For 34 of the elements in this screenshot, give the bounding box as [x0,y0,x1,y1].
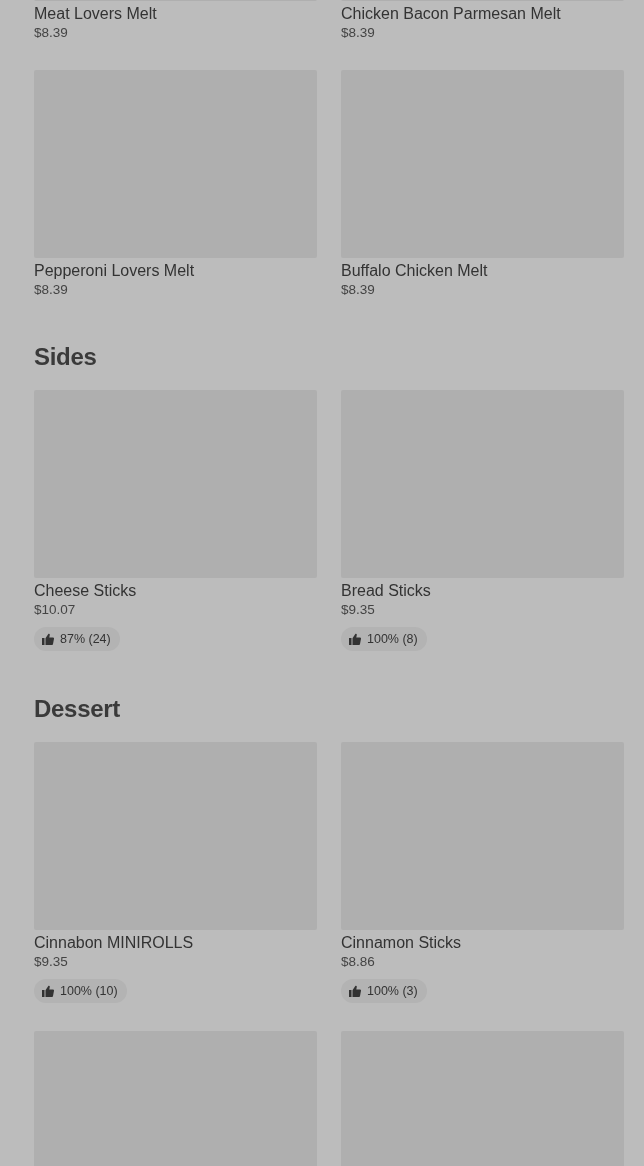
item-price: $8.39 [34,24,69,42]
rating-badge: 100% (3) [341,979,427,1003]
item-price: $9.35 [341,601,376,619]
thumbs-up-icon [349,633,361,645]
item-price: $9.35 [34,953,69,971]
item-name: Cinnamon Sticks [341,933,463,953]
section-heading: Dessert [34,694,121,724]
menu-item[interactable]: Cinnamon Sticks $8.86 100% (3) [341,742,624,1003]
menu-item[interactable]: Chicken Bacon Parmesan Melt $8.39 [341,0,624,42]
menu-item[interactable]: Buffalo Chicken Melt $8.39 [341,70,624,299]
item-name: Chicken Bacon Parmesan Melt [341,4,562,24]
item-price: $8.86 [341,953,376,971]
item-name: Bread Sticks [341,581,432,601]
rating-badge: 87% (24) [34,627,120,651]
thumbs-up-icon [349,985,361,997]
menu-item[interactable]: Cheese Sticks $10.07 87% (24) [34,390,317,651]
thumbs-up-icon [42,985,54,997]
item-name: Pepperoni Lovers Melt [34,261,196,281]
item-name: Cheese Sticks [34,581,138,601]
thumbs-up-icon [42,633,54,645]
item-price: $8.39 [34,281,69,299]
menu-item[interactable]: Bread Sticks $9.35 100% (8) [341,390,624,651]
item-price: $8.39 [341,24,376,42]
section-heading: Sides [34,342,98,372]
menu-item[interactable]: Cinnabon MINIROLLS $9.35 100% (10) [34,742,317,1003]
menu-item[interactable]: Pepperoni Lovers Melt $8.39 [34,70,317,299]
item-name: Meat Lovers Melt [34,4,158,24]
item-name: Cinnabon MINIROLLS [34,933,195,953]
item-price: $8.39 [341,281,376,299]
item-name: Buffalo Chicken Melt [341,261,489,281]
item-price: $10.07 [34,601,77,619]
rating-badge: 100% (8) [341,627,427,651]
menu-item[interactable]: Meat Lovers Melt $8.39 [34,0,317,42]
rating-badge: 100% (10) [34,979,127,1003]
